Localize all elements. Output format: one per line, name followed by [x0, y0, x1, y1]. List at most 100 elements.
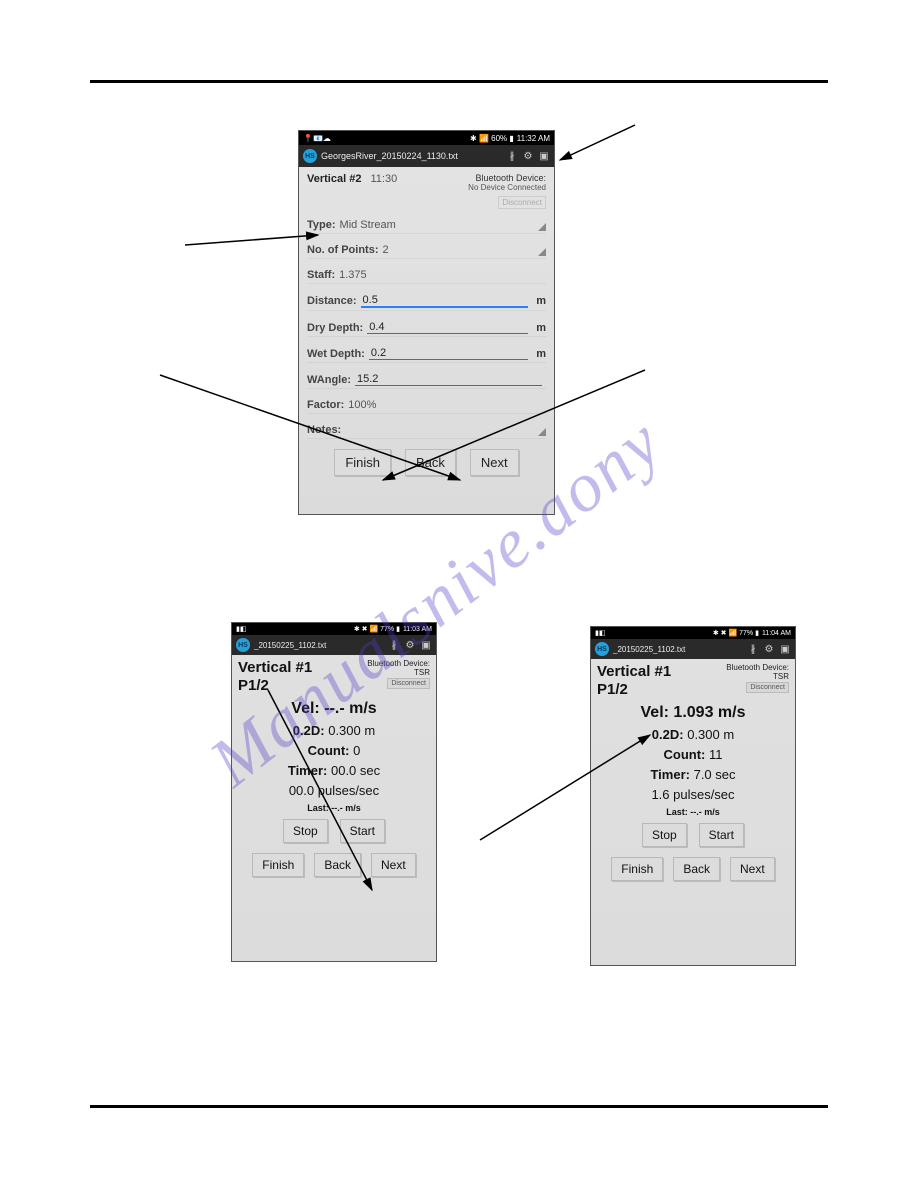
- back-button[interactable]: Back: [405, 449, 456, 476]
- count-label: Count:: [308, 743, 350, 758]
- bluetooth-icon[interactable]: ∦: [388, 639, 400, 651]
- staff-value: 1.375: [339, 269, 367, 281]
- next-button[interactable]: Next: [730, 857, 775, 881]
- last-label: Last:: [307, 803, 329, 813]
- distance-label: Distance:: [307, 295, 357, 307]
- gear-icon[interactable]: ⚙: [522, 150, 534, 162]
- next-button[interactable]: Next: [470, 449, 519, 476]
- stop-button[interactable]: Stop: [642, 823, 687, 847]
- vertical-title: Vertical #2: [307, 173, 361, 185]
- vertical-time: 11:30: [371, 173, 398, 185]
- depth-label: 0.2D:: [652, 727, 684, 742]
- status-right-icons: ✱ ✖ 📶 77% ▮: [354, 625, 400, 633]
- count-value: 0: [353, 743, 360, 758]
- factor-field: Factor: 100%: [307, 395, 546, 414]
- page-rule-bottom: [90, 1105, 828, 1108]
- bt-device-label: Bluetooth Device:: [367, 659, 430, 668]
- disconnect-button[interactable]: Disconnect: [498, 196, 546, 209]
- status-bar: ▮◧ ✱ ✖ 📶 77% ▮ 11:03 AM: [232, 623, 436, 635]
- finish-button[interactable]: Finish: [252, 853, 304, 877]
- app-title-bar: HS GeorgesRiver_20150224_1130.txt ∦ ⚙ ▣: [299, 145, 554, 167]
- nop-value: 2: [383, 244, 389, 256]
- bt-device-value: No Device Connected: [468, 183, 546, 192]
- staff-field[interactable]: Staff: 1.375: [307, 265, 546, 284]
- staff-label: Staff:: [307, 269, 335, 281]
- file-name: GeorgesRiver_20150224_1130.txt: [321, 151, 458, 161]
- bluetooth-icon[interactable]: ∦: [506, 150, 518, 162]
- start-button[interactable]: Start: [340, 819, 385, 843]
- depth-value: 0.300 m: [687, 727, 734, 742]
- dropdown-icon: [538, 248, 546, 256]
- count-value: 11: [709, 747, 723, 762]
- timer-value: 00.0 sec: [331, 763, 380, 778]
- wet-depth-field[interactable]: Wet Depth: 0.2 m: [307, 343, 546, 363]
- status-right-icons: ✱ ✖ 📶 77% ▮: [713, 629, 759, 637]
- type-field[interactable]: Type: Mid Stream: [307, 215, 546, 234]
- disconnect-button[interactable]: Disconnect: [387, 678, 430, 689]
- vel-value: --.-: [324, 700, 344, 717]
- back-button[interactable]: Back: [314, 853, 361, 877]
- gear-icon[interactable]: ⚙: [763, 643, 775, 655]
- wet-value[interactable]: 0.2: [369, 347, 528, 360]
- wet-unit: m: [536, 348, 546, 360]
- file-name: _20150225_1102.txt: [254, 641, 326, 650]
- vel-value: 1.093: [673, 704, 713, 721]
- notes-field[interactable]: Notes:: [307, 420, 546, 439]
- app-logo-icon: HS: [303, 149, 317, 163]
- count-label: Count:: [664, 747, 706, 762]
- depth-label: 0.2D:: [293, 723, 325, 738]
- wangle-label: WAngle:: [307, 374, 351, 386]
- back-button[interactable]: Back: [673, 857, 720, 881]
- dry-depth-field[interactable]: Dry Depth: 0.4 m: [307, 317, 546, 337]
- arrow-to-titlebar-icons: [560, 125, 635, 160]
- next-button[interactable]: Next: [371, 853, 416, 877]
- distance-value[interactable]: 0.5: [361, 294, 529, 308]
- dropdown-icon: [538, 223, 546, 231]
- phone-screenshot-2: ▮◧ ✱ ✖ 📶 77% ▮ 11:03 AM HS _20150225_110…: [231, 622, 437, 962]
- stop-button[interactable]: Stop: [283, 819, 328, 843]
- finish-button[interactable]: Finish: [611, 857, 663, 881]
- status-left-icons: ▮◧: [595, 629, 605, 637]
- wangle-value[interactable]: 15.2: [355, 373, 542, 386]
- vertical-title: Vertical #1: [238, 659, 312, 676]
- bt-device-label: Bluetooth Device:: [726, 663, 789, 672]
- status-bar: ▮◧ ✱ ✖ 📶 77% ▮ 11:04 AM: [591, 627, 795, 639]
- picture-icon[interactable]: ▣: [420, 639, 432, 651]
- page-rule-top: [90, 80, 828, 83]
- picture-icon[interactable]: ▣: [779, 643, 791, 655]
- pulses-value: 00.0 pulses/sec: [238, 783, 430, 798]
- dry-value[interactable]: 0.4: [367, 321, 528, 334]
- last-value: --.- m/s: [690, 807, 720, 817]
- timer-value: 7.0 sec: [694, 767, 736, 782]
- gear-icon[interactable]: ⚙: [404, 639, 416, 651]
- disconnect-button[interactable]: Disconnect: [746, 682, 789, 693]
- factor-value: 100%: [348, 399, 376, 411]
- file-name: _20150225_1102.txt: [613, 645, 685, 654]
- distance-field[interactable]: Distance: 0.5 m: [307, 290, 546, 311]
- app-logo-icon: HS: [595, 642, 609, 656]
- num-points-field[interactable]: No. of Points: 2: [307, 240, 546, 259]
- phone-screenshot-1: 📍📧☁ ✱ 📶 60% ▮ 11:32 AM HS GeorgesRiver_2…: [298, 130, 555, 515]
- wangle-field[interactable]: WAngle: 15.2: [307, 369, 546, 389]
- vel-unit: m/s: [718, 704, 746, 721]
- type-value: Mid Stream: [340, 219, 396, 231]
- status-left-icons: ▮◧: [236, 625, 246, 633]
- distance-unit: m: [536, 295, 546, 307]
- point-label: P1/2: [597, 681, 671, 698]
- bluetooth-icon[interactable]: ∦: [747, 643, 759, 655]
- pulses-value: 1.6 pulses/sec: [597, 787, 789, 802]
- finish-button[interactable]: Finish: [334, 449, 391, 476]
- start-button[interactable]: Start: [699, 823, 744, 847]
- vel-label: Vel:: [641, 704, 669, 721]
- picture-icon[interactable]: ▣: [538, 150, 550, 162]
- status-clock: 11:32 AM: [517, 134, 550, 143]
- bt-device-value: TSR: [726, 672, 789, 681]
- last-value: --.- m/s: [331, 803, 361, 813]
- timer-label: Timer:: [650, 767, 690, 782]
- status-left-icons: 📍📧☁: [303, 134, 331, 143]
- type-label: Type:: [307, 219, 336, 231]
- vel-unit: m/s: [349, 700, 377, 717]
- phone-screenshot-3: ▮◧ ✱ ✖ 📶 77% ▮ 11:04 AM HS _20150225_110…: [590, 626, 796, 966]
- notes-label: Notes:: [307, 424, 341, 436]
- vel-label: Vel:: [291, 700, 319, 717]
